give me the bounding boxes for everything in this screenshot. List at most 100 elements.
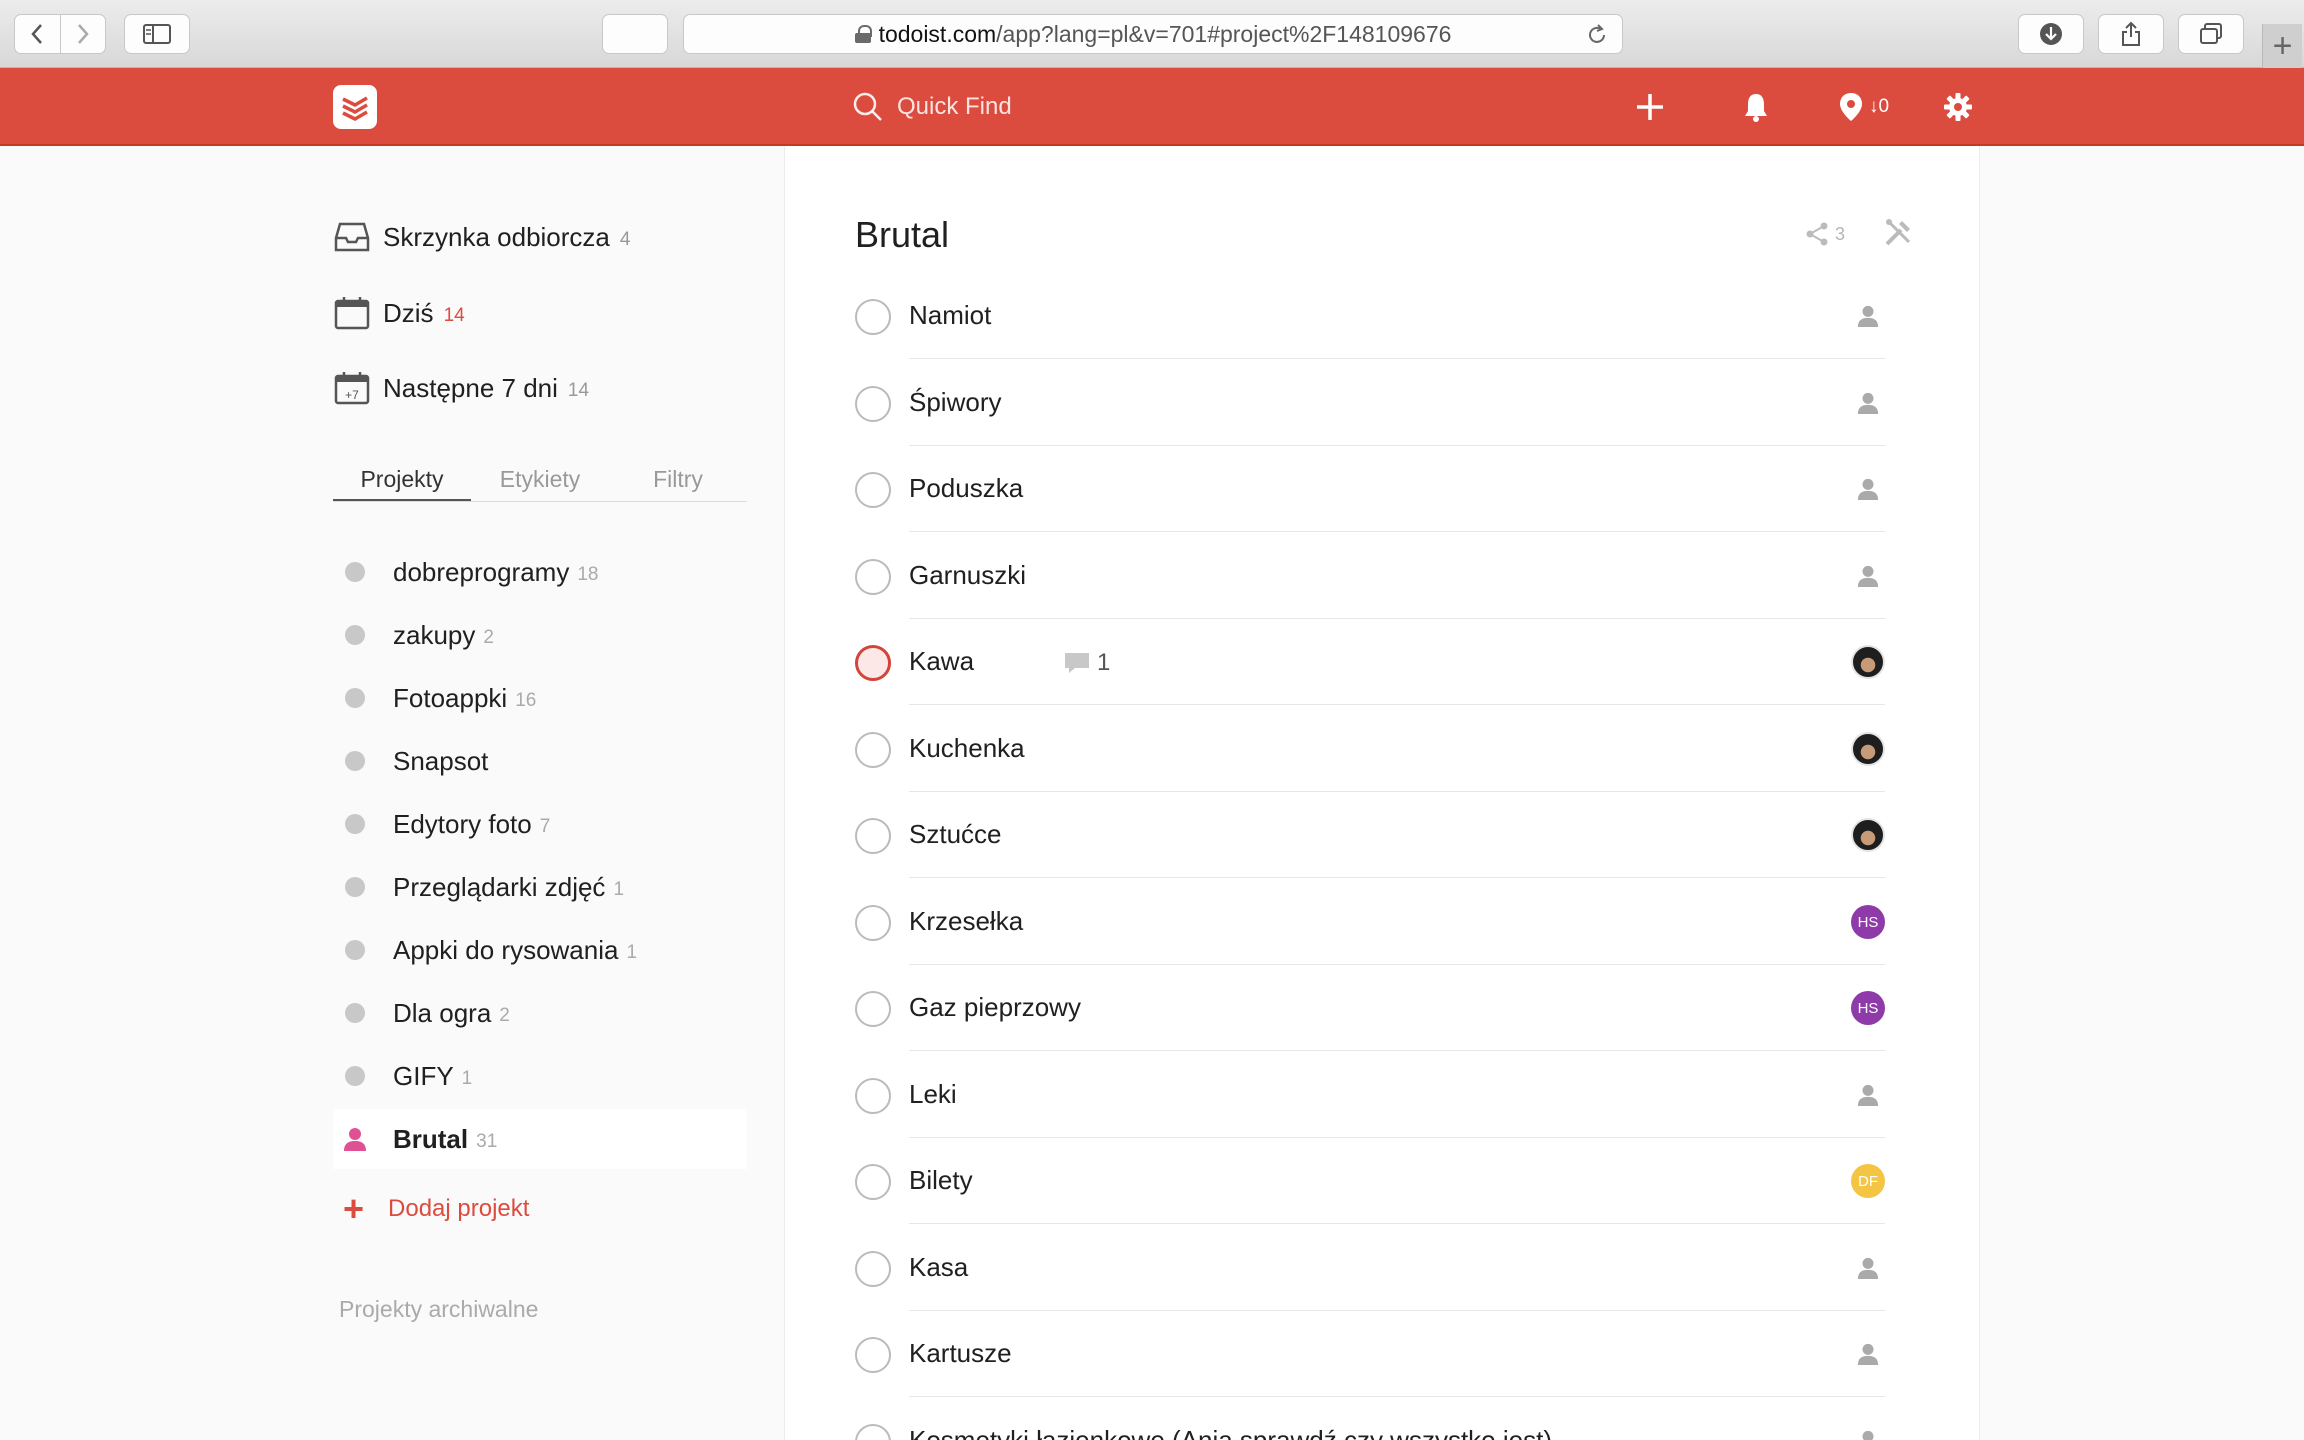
task-content[interactable]: Sztućce	[909, 819, 1002, 850]
task-item[interactable]: Poduszka	[855, 446, 1885, 532]
task-content[interactable]: Śpiwory	[909, 387, 1001, 418]
task-checkbox[interactable]	[855, 299, 891, 335]
task-checkbox[interactable]	[855, 732, 891, 768]
task-checkbox[interactable]	[855, 905, 891, 941]
assignee-button[interactable]	[1851, 818, 1885, 852]
sidebar-project-item[interactable]: Fotoappki 16	[333, 668, 747, 728]
assignee-button[interactable]	[1851, 1078, 1885, 1112]
sidebar-item-inbox[interactable]: Skrzynka odbiorcza 4	[333, 212, 630, 262]
task-content[interactable]: Kawa	[909, 646, 974, 677]
task-checkbox[interactable]	[855, 472, 891, 508]
task-checkbox[interactable]	[855, 1164, 891, 1200]
sidebar-project-item[interactable]: GIFY 1	[333, 1046, 747, 1106]
assignee-button[interactable]	[1851, 1337, 1885, 1371]
new-tab-button[interactable]: +	[2262, 24, 2302, 68]
tab-projects[interactable]: Projekty	[333, 462, 471, 501]
task-checkbox[interactable]	[855, 1424, 891, 1440]
assignee-button[interactable]	[1851, 732, 1885, 766]
task-item[interactable]: Bilety DF	[855, 1138, 1885, 1224]
sidebar-project-item[interactable]: Dla ogra 2	[333, 983, 747, 1043]
plus-icon: +	[343, 1188, 365, 1229]
assignee-button[interactable]	[1851, 1251, 1885, 1285]
archived-projects-link[interactable]: Projekty archiwalne	[339, 1296, 538, 1323]
sidebar-project-item[interactable]: Edytory foto 7	[333, 794, 747, 854]
add-task-button[interactable]	[1630, 87, 1670, 127]
task-checkbox[interactable]	[855, 386, 891, 422]
task-content[interactable]: Kosmetyki łazienkowe (Ania sprawdź czy w…	[909, 1425, 1552, 1440]
task-content[interactable]: Poduszka	[909, 473, 1023, 504]
address-bar[interactable]: todoist.com /app?lang=pl&v=701#project%2…	[683, 14, 1623, 54]
task-item[interactable]: Sztućce	[855, 792, 1885, 878]
assignee-button[interactable]: HS	[1851, 905, 1885, 939]
tabs-overview-button[interactable]	[2178, 14, 2244, 54]
sidebar-item-today[interactable]: Dziś 14	[333, 288, 465, 338]
task-item[interactable]: Krzesełka HS	[855, 879, 1885, 965]
assignee-button[interactable]: DF	[1851, 1164, 1885, 1198]
sidebar-project-item[interactable]: Appki do rysowania 1	[333, 920, 747, 980]
nav-buttons	[14, 14, 106, 54]
assignee-button[interactable]	[1851, 645, 1885, 679]
settings-button[interactable]	[1940, 87, 1976, 127]
assignee-button[interactable]	[1851, 299, 1885, 333]
forward-button[interactable]	[59, 15, 105, 53]
sidebar-project-item[interactable]: dobreprogramy 18	[333, 542, 747, 602]
task-item[interactable]: Garnuszki	[855, 533, 1885, 619]
task-content[interactable]: Kuchenka	[909, 733, 1025, 764]
sidebar-toggle-button[interactable]	[124, 14, 190, 54]
sidebar-project-item[interactable]: Przeglądarki zdjęć 1	[333, 857, 747, 917]
task-checkbox[interactable]	[855, 818, 891, 854]
task-content[interactable]: Krzesełka	[909, 906, 1023, 937]
task-divider	[909, 531, 1885, 532]
task-checkbox-priority-1[interactable]	[855, 645, 891, 681]
downloads-button[interactable]	[2018, 14, 2084, 54]
task-item[interactable]: Leki	[855, 1052, 1885, 1138]
task-notes-button[interactable]: 1	[1063, 649, 1110, 677]
task-content[interactable]: Garnuszki	[909, 560, 1026, 591]
add-project-button[interactable]: + Dodaj projekt	[333, 1184, 529, 1234]
assignee-button[interactable]	[1851, 559, 1885, 593]
notifications-button[interactable]	[1738, 87, 1774, 127]
task-item[interactable]: Kosmetyki łazienkowe (Ania sprawdź czy w…	[855, 1398, 1885, 1440]
tab-filters[interactable]: Filtry	[609, 462, 747, 501]
sidebar-project-item[interactable]: zakupy 2	[333, 605, 747, 665]
sidebar-item-next7[interactable]: +7 Następne 7 dni 14	[333, 363, 589, 413]
task-item[interactable]: Kawa 1	[855, 619, 1885, 705]
todoist-logo-icon[interactable]	[333, 85, 377, 129]
task-checkbox[interactable]	[855, 1337, 891, 1373]
assignee-button[interactable]	[1851, 386, 1885, 420]
back-button[interactable]	[15, 15, 60, 53]
task-checkbox[interactable]	[855, 1078, 891, 1114]
assignee-button[interactable]	[1851, 1424, 1885, 1440]
page-title[interactable]: Brutal	[855, 214, 949, 256]
task-checkbox[interactable]	[855, 559, 891, 595]
task-content[interactable]: Kartusze	[909, 1338, 1012, 1369]
sidebar-project-item-selected[interactable]: Brutal 31	[333, 1109, 747, 1169]
assignee-button[interactable]	[1851, 472, 1885, 506]
sidebar-project-item[interactable]: Snapsot	[333, 731, 747, 791]
share-project-button[interactable]: 3	[1805, 222, 1845, 246]
reload-icon[interactable]	[1586, 24, 1608, 52]
assignee-button[interactable]: HS	[1851, 991, 1885, 1025]
task-content[interactable]: Kasa	[909, 1252, 968, 1283]
quick-find-search[interactable]: Quick Find	[853, 90, 1012, 124]
tab-labels[interactable]: Etykiety	[471, 462, 609, 501]
share-button[interactable]	[2098, 14, 2164, 54]
favorites-button[interactable]	[602, 14, 668, 54]
task-content[interactable]: Gaz pieprzowy	[909, 992, 1081, 1023]
task-content[interactable]: Leki	[909, 1079, 957, 1110]
project-actions-button[interactable]	[1883, 218, 1913, 253]
karma-button[interactable]: ↓0	[1830, 87, 1896, 127]
sidebar-item-count: 14	[567, 380, 590, 401]
task-item[interactable]: Kasa	[855, 1225, 1885, 1311]
sidebar-tabs: Projekty Etykiety Filtry	[333, 462, 747, 502]
task-content[interactable]: Namiot	[909, 300, 991, 331]
project-count: 18	[577, 564, 599, 585]
task-item[interactable]: Śpiwory	[855, 360, 1885, 446]
task-item[interactable]: Namiot	[855, 273, 1885, 359]
task-item[interactable]: Kuchenka	[855, 706, 1885, 792]
task-content[interactable]: Bilety	[909, 1165, 973, 1196]
task-item[interactable]: Kartusze	[855, 1311, 1885, 1397]
task-checkbox[interactable]	[855, 1251, 891, 1287]
task-checkbox[interactable]	[855, 991, 891, 1027]
task-item[interactable]: Gaz pieprzowy HS	[855, 965, 1885, 1051]
